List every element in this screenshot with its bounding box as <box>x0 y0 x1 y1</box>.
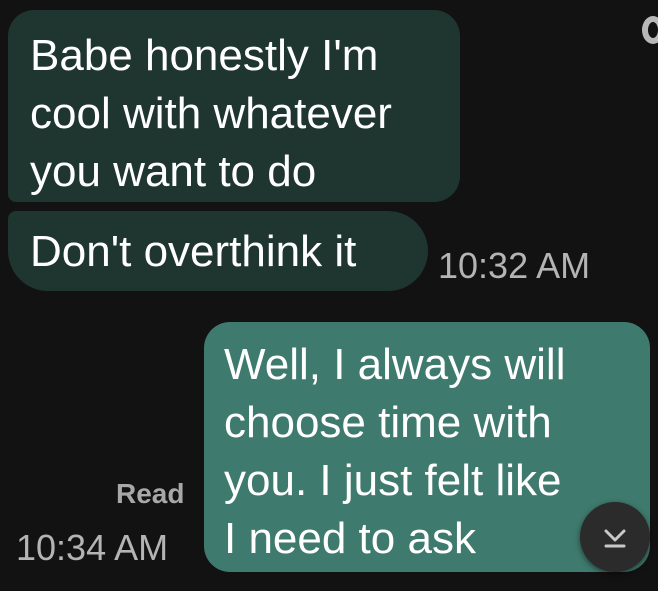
message-line: Babe honestly I'm <box>30 31 379 80</box>
chevron-down-to-bar-icon <box>604 529 626 548</box>
message-line: I need to ask <box>224 514 476 563</box>
incoming-message-bubble[interactable]: Babe honestly I'm cool with whatever you… <box>8 10 460 202</box>
message-line: Well, I always will <box>224 340 566 389</box>
partial-icon[interactable] <box>636 10 658 46</box>
message-line: cool with whatever <box>30 89 392 138</box>
message-line: choose time with <box>224 398 552 447</box>
scroll-to-bottom-button[interactable] <box>580 502 650 572</box>
incoming-message-bubble[interactable]: Don't overthink it <box>8 211 428 291</box>
message-timestamp: 10:34 AM <box>16 527 169 568</box>
message-line: you want to do <box>30 147 317 196</box>
message-line: Don't overthink it <box>30 227 357 276</box>
message-timestamp: 10:32 AM <box>438 245 591 286</box>
message-line: you. I just felt like <box>224 456 562 505</box>
read-receipt: Read <box>116 478 185 509</box>
